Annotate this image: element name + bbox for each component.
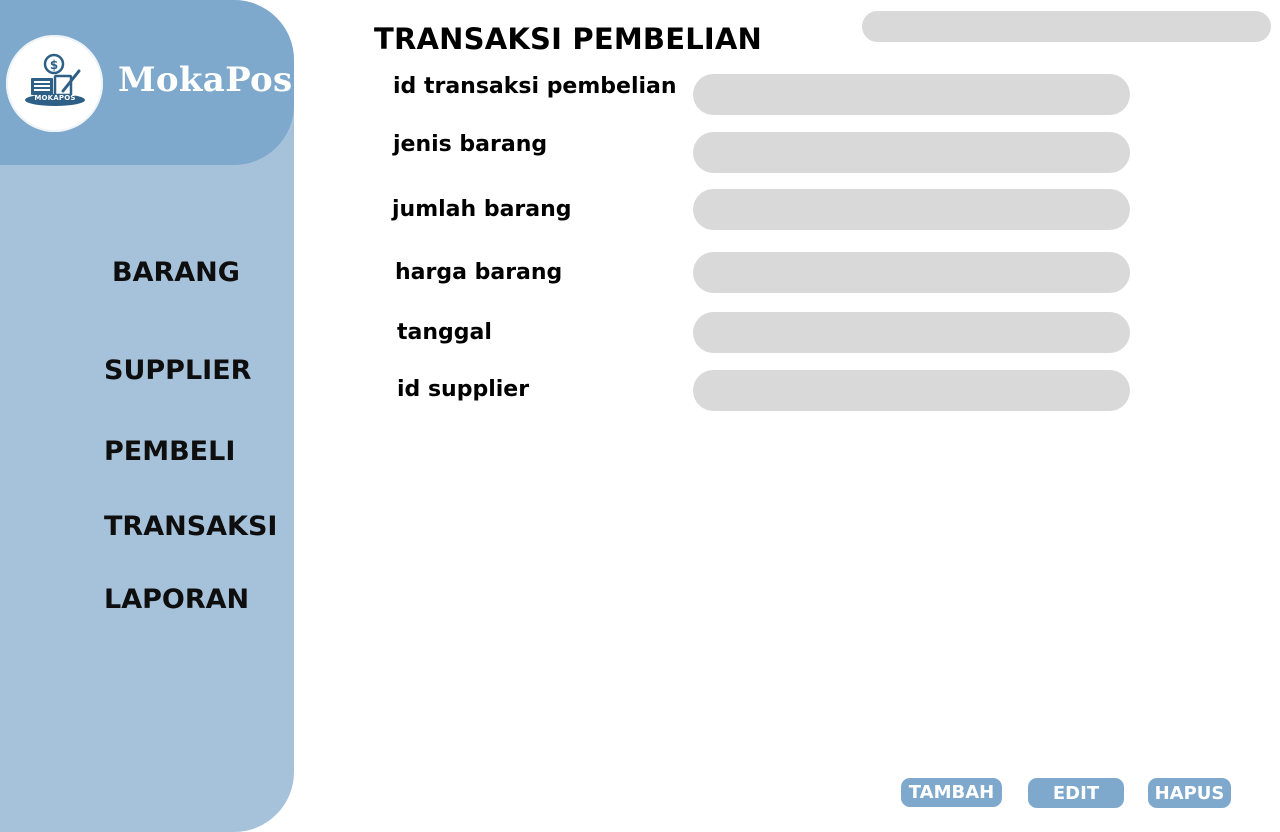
label-jumlah-barang: jumlah barang: [392, 197, 572, 222]
label-id-supplier: id supplier: [397, 377, 530, 402]
delete-button[interactable]: HAPUS: [1148, 778, 1231, 808]
sidebar-item-transaksi[interactable]: TRANSAKSI: [104, 511, 277, 542]
label-jenis-barang: jenis barang: [393, 132, 548, 157]
input-jumlah-barang[interactable]: [693, 189, 1130, 230]
input-harga-barang[interactable]: [693, 252, 1130, 293]
brand-name: MokaPos: [118, 60, 293, 100]
brand-header: $ MOKAPOS MokaPos: [0, 0, 294, 165]
edit-button[interactable]: EDIT: [1028, 778, 1124, 808]
input-id-supplier[interactable]: [693, 370, 1130, 411]
logo-caption: MOKAPOS: [34, 94, 76, 102]
cash-register-dollar-icon: $: [25, 53, 85, 106]
label-id-transaksi-pembelian: id transaksi pembelian: [393, 74, 677, 99]
input-id-transaksi-pembelian[interactable]: [693, 74, 1130, 115]
svg-text:$: $: [50, 58, 58, 72]
logo: $ MOKAPOS: [6, 35, 103, 132]
input-jenis-barang[interactable]: [693, 132, 1130, 173]
app-page: $ MOKAPOS MokaPos BARANG SUPPLIER PEMBEL…: [0, 0, 1280, 832]
sidebar-item-pembeli[interactable]: PEMBELI: [104, 436, 235, 467]
page-title: TRANSAKSI PEMBELIAN: [374, 22, 763, 56]
input-tanggal[interactable]: [693, 312, 1130, 353]
sidebar-item-supplier[interactable]: SUPPLIER: [104, 355, 251, 386]
search-input[interactable]: [862, 11, 1271, 42]
sidebar: $ MOKAPOS MokaPos BARANG SUPPLIER PEMBEL…: [0, 0, 294, 832]
label-harga-barang: harga barang: [395, 260, 563, 285]
sidebar-item-barang[interactable]: BARANG: [112, 257, 240, 288]
add-button[interactable]: TAMBAH: [901, 778, 1002, 807]
label-tanggal: tanggal: [397, 320, 492, 345]
sidebar-item-laporan[interactable]: LAPORAN: [104, 584, 249, 615]
